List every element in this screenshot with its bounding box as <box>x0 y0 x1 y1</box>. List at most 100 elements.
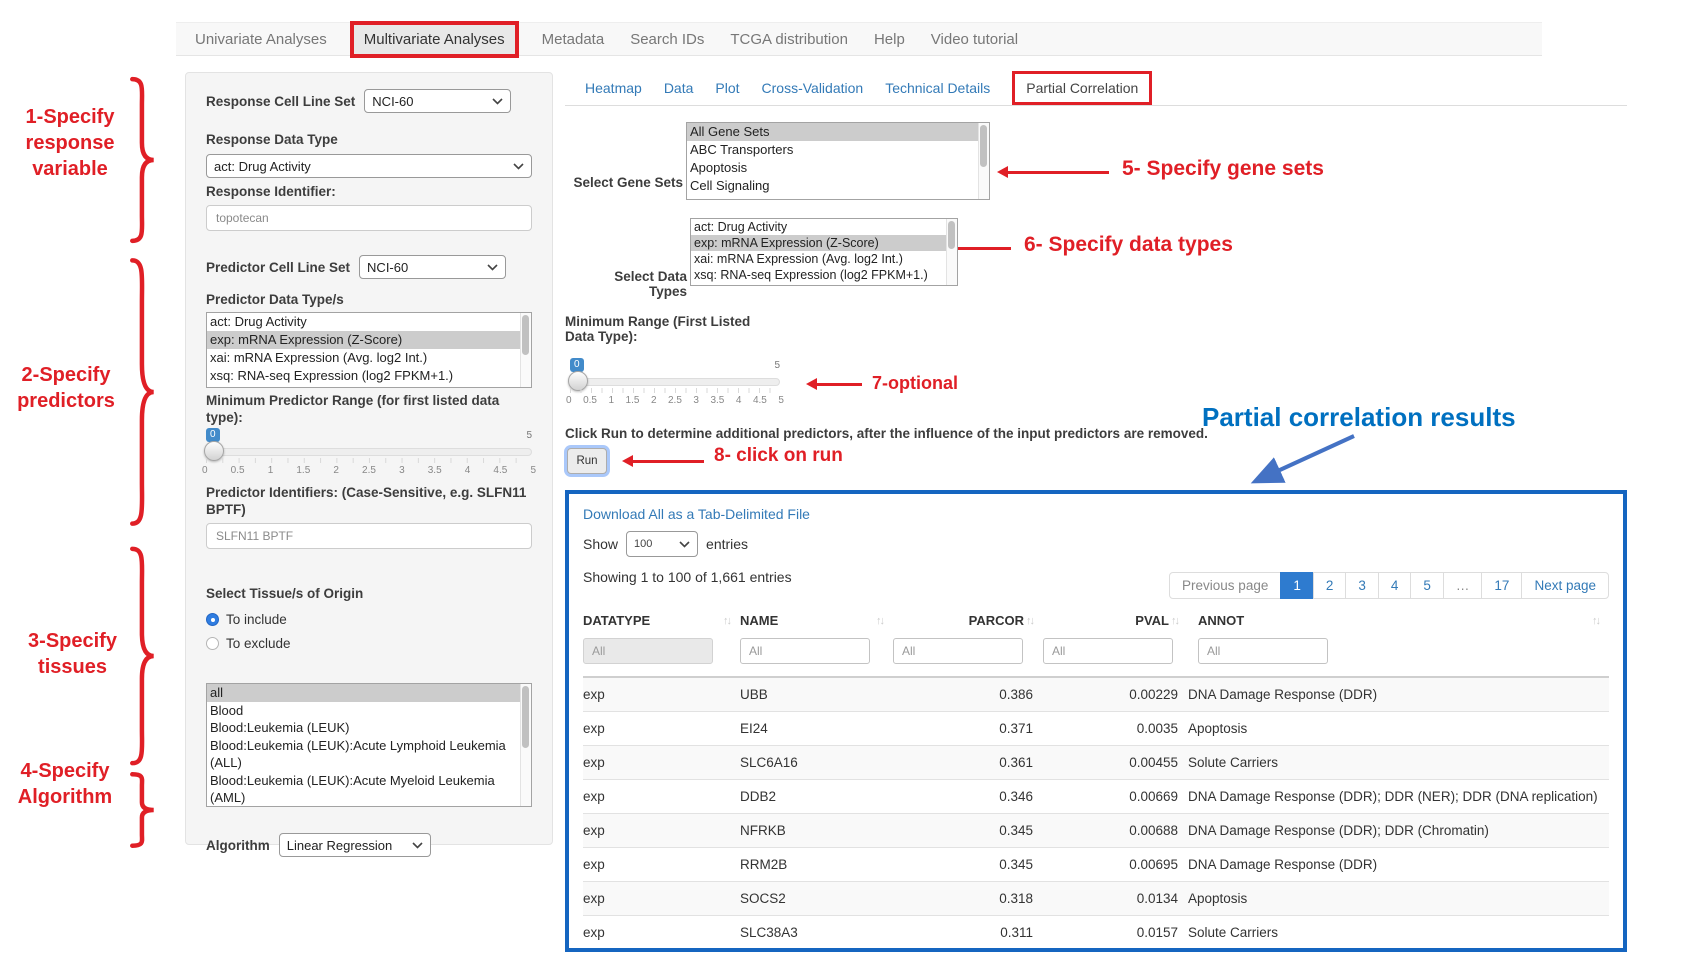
tab-heatmap[interactable]: Heatmap <box>585 80 642 96</box>
annotation-step2: 2-Specify predictors <box>6 362 126 414</box>
annotation-step4: 4-Specify Algorithm <box>6 758 124 810</box>
table-row: expDDB20.3460.00669DNA Damage Response (… <box>583 780 1609 814</box>
nav-univariate-analyses[interactable]: Univariate Analyses <box>195 31 327 48</box>
column-annot[interactable]: ANNOT↑↓ <box>1188 605 1609 636</box>
tissue-exclude-radio[interactable]: To exclude <box>206 636 532 651</box>
nav-metadata[interactable]: Metadata <box>542 31 605 48</box>
partial-correlation-results: Download All as a Tab-Delimited File Sho… <box>565 490 1627 952</box>
list-item[interactable]: ABC Transporters <box>687 141 989 159</box>
page-5-button[interactable]: 5 <box>1410 572 1444 599</box>
filter-annot[interactable] <box>1198 638 1328 664</box>
page-17-button[interactable]: 17 <box>1481 572 1522 599</box>
filter-name[interactable] <box>740 638 870 664</box>
predictor-data-types-label: Predictor Data Type/s <box>206 291 532 308</box>
page: Univariate Analyses Multivariate Analyse… <box>0 0 1700 956</box>
list-item[interactable]: xsq: RNA-seq Expression (log2 FPKM+1.) <box>207 367 531 385</box>
list-item[interactable]: Blood <box>207 702 531 720</box>
run-instruction: Click Run to determine additional predic… <box>565 426 1385 441</box>
nav-search-ids[interactable]: Search IDs <box>630 31 704 48</box>
scrollbar[interactable] <box>946 219 957 285</box>
main-panel: Heatmap Data Plot Cross-Validation Techn… <box>565 66 1627 956</box>
response-cell-line-set-select[interactable]: NCI-60 <box>364 89 511 113</box>
filter-datatype[interactable] <box>583 638 713 664</box>
tab-partial-correlation[interactable]: Partial Correlation <box>1012 71 1152 105</box>
previous-page-button[interactable]: Previous page <box>1169 572 1281 599</box>
nav-help[interactable]: Help <box>874 31 905 48</box>
list-item[interactable]: Apoptosis <box>687 159 989 177</box>
column-pval[interactable]: PVAL↑↓ <box>1043 605 1188 636</box>
tab-cross-validation[interactable]: Cross-Validation <box>762 80 864 96</box>
list-item[interactable]: Blood:Leukemia (LEUK):Acute Myeloid Leuk… <box>207 772 531 807</box>
list-item[interactable]: Cell Signaling <box>687 177 989 195</box>
predictor-cell-line-set-label: Predictor Cell Line Set <box>206 259 350 276</box>
nav-multivariate-analyses[interactable]: Multivariate Analyses <box>350 21 519 58</box>
tab-plot[interactable]: Plot <box>715 80 739 96</box>
list-item[interactable]: All Gene Sets <box>687 123 989 141</box>
sidebar-panel: Response Cell Line Set NCI-60 Response D… <box>185 72 553 845</box>
predictor-cell-line-set-select[interactable]: NCI-60 <box>359 255 506 279</box>
annotation-step1: 1-Specify response variable <box>12 104 128 182</box>
predictor-data-types-list: act: Drug Activity exp: mRNA Expression … <box>206 312 532 388</box>
scrollbar[interactable] <box>520 684 531 806</box>
next-page-button[interactable]: Next page <box>1521 572 1609 599</box>
min-range-label: Minimum Range (First Listed Data Type): <box>565 314 750 344</box>
filter-row <box>583 636 1609 677</box>
nav-tcga-distribution[interactable]: TCGA distribution <box>730 31 848 48</box>
download-link[interactable]: Download All as a Tab-Delimited File <box>583 506 810 522</box>
chevron-down-icon <box>487 264 498 271</box>
tissue-include-radio[interactable]: To include <box>206 612 532 627</box>
list-item[interactable]: exp: mRNA Expression (Z-Score) <box>691 235 957 251</box>
filter-parcor[interactable] <box>893 638 1023 664</box>
page-2-button[interactable]: 2 <box>1313 572 1347 599</box>
response-identifier-input[interactable] <box>206 205 532 231</box>
step3-brace <box>128 542 158 770</box>
response-data-type-select[interactable]: act: Drug Activity <box>206 154 532 178</box>
sort-icon[interactable]: ↑↓ <box>1171 615 1178 627</box>
list-item[interactable]: xai: mRNA Expression (Avg. log2 Int.) <box>207 349 531 367</box>
list-item[interactable]: Blood:Leukemia (LEUK):Acute Lymphoid Leu… <box>207 737 531 772</box>
list-item[interactable]: act: Drug Activity <box>691 219 957 235</box>
list-item[interactable]: Blood:Leukemia (LEUK):Chronic Myelogenou… <box>207 807 531 808</box>
gene-sets-list: All Gene Sets ABC Transporters Apoptosis… <box>686 122 990 200</box>
slider-track[interactable] <box>206 448 532 456</box>
scrollbar[interactable] <box>520 313 531 387</box>
nav-video-tutorial[interactable]: Video tutorial <box>931 31 1018 48</box>
slider-max-label: 5 <box>526 430 532 441</box>
sort-icon[interactable]: ↑↓ <box>723 615 730 627</box>
predictor-identifiers-input[interactable] <box>206 523 532 549</box>
tab-technical-details[interactable]: Technical Details <box>885 80 990 96</box>
list-item[interactable]: exp: mRNA Expression (Z-Score) <box>207 331 531 349</box>
step4-brace <box>128 772 158 848</box>
result-tabs: Heatmap Data Plot Cross-Validation Techn… <box>565 70 1627 106</box>
min-range-slider: 0 5 00.511.522.533.544.55 <box>570 358 780 408</box>
list-item[interactable]: act: Drug Activity <box>207 313 531 331</box>
page-3-button[interactable]: 3 <box>1345 572 1379 599</box>
sort-icon[interactable]: ↑↓ <box>1592 615 1599 627</box>
data-types-list: act: Drug Activity exp: mRNA Expression … <box>690 218 958 286</box>
slider-value-badge: 0 <box>570 358 584 372</box>
annotation-step3: 3-Specify tissues <box>20 628 125 680</box>
column-parcor[interactable]: PARCOR↑↓ <box>893 605 1043 636</box>
page-4-button[interactable]: 4 <box>1378 572 1412 599</box>
list-item[interactable]: all <box>207 684 531 702</box>
list-item[interactable]: Blood:Leukemia (LEUK) <box>207 719 531 737</box>
response-data-type-label: Response Data Type <box>206 131 532 148</box>
algorithm-select[interactable]: Linear Regression <box>279 833 431 857</box>
response-cell-line-set-label: Response Cell Line Set <box>206 93 355 110</box>
column-datatype[interactable]: DATATYPE↑↓ <box>583 605 740 636</box>
radio-checked-icon <box>206 613 219 626</box>
table-row: expRRM2B0.3450.00695DNA Damage Response … <box>583 848 1609 882</box>
scrollbar[interactable] <box>978 123 989 199</box>
page-1-button[interactable]: 1 <box>1280 572 1314 599</box>
table-row: expUBB0.3860.00229DNA Damage Response (D… <box>583 677 1609 712</box>
column-name[interactable]: NAME↑↓ <box>740 605 893 636</box>
run-button[interactable]: Run <box>567 448 607 474</box>
list-item[interactable]: xai: mRNA Expression (Avg. log2 Int.) <box>691 251 957 267</box>
list-item[interactable]: xsq: RNA-seq Expression (log2 FPKM+1.) <box>691 267 957 283</box>
sort-icon[interactable]: ↑↓ <box>876 615 883 627</box>
tab-data[interactable]: Data <box>664 80 694 96</box>
sort-icon[interactable]: ↑↓ <box>1026 615 1033 627</box>
show-entries-select[interactable]: 100 <box>626 531 698 557</box>
slider-track[interactable] <box>570 378 780 386</box>
filter-pval[interactable] <box>1043 638 1173 664</box>
